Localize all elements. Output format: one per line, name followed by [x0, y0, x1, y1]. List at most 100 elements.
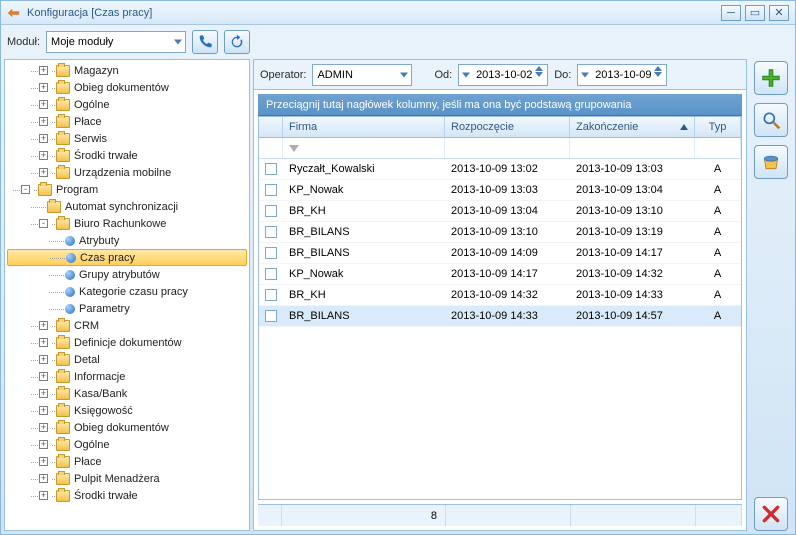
bin-button[interactable] — [754, 145, 788, 179]
tree-node[interactable]: ········Parametry — [7, 300, 247, 317]
row-checkbox[interactable] — [265, 226, 277, 238]
tree-node[interactable]: ····+··Definicje dokumentów — [7, 334, 247, 351]
expander-icon[interactable]: + — [39, 66, 48, 75]
tree-node[interactable]: ········Atrybuty — [7, 232, 247, 249]
delete-button[interactable] — [754, 497, 788, 531]
expander-icon[interactable]: + — [39, 423, 48, 432]
filter-icon[interactable] — [289, 145, 299, 152]
row-checkbox[interactable] — [265, 205, 277, 217]
tree-node[interactable]: ····+··Pulpit Menadżera — [7, 470, 247, 487]
row-checkbox[interactable] — [265, 184, 277, 196]
expander-icon[interactable]: + — [39, 406, 48, 415]
expander-icon[interactable]: + — [39, 338, 48, 347]
expander-icon[interactable]: - — [21, 185, 30, 194]
tree-node[interactable]: ····+··Płace — [7, 113, 247, 130]
tree-node[interactable]: ····+··Środki trwałe — [7, 487, 247, 504]
expander-icon[interactable]: + — [39, 100, 48, 109]
od-date-input[interactable]: 2013-10-02 — [458, 64, 548, 86]
tree-label: Serwis — [74, 133, 107, 145]
tree-node[interactable]: ········Grupy atrybutów — [7, 266, 247, 283]
expander-icon[interactable]: + — [39, 134, 48, 143]
tree-node[interactable]: ····-··Biuro Rachunkowe — [7, 215, 247, 232]
row-checkbox[interactable] — [265, 247, 277, 259]
add-button[interactable] — [754, 61, 788, 95]
table-row[interactable]: KP_Nowak2013-10-09 13:032013-10-09 13:04… — [259, 180, 741, 201]
tree-label: Księgowość — [74, 405, 133, 417]
tree-node[interactable]: ····+··Ogólne — [7, 96, 247, 113]
cell-rozpoczecie: 2013-10-09 13:03 — [445, 184, 570, 196]
row-checkbox[interactable] — [265, 289, 277, 301]
cell-rozpoczecie: 2013-10-09 14:32 — [445, 289, 570, 301]
table-row[interactable]: BR_BILANS2013-10-09 14:332013-10-09 14:5… — [259, 306, 741, 327]
titlebar: Konfiguracja [Czas pracy] ─ ▭ ✕ — [1, 1, 795, 25]
operator-combo[interactable]: ADMIN — [312, 64, 412, 86]
expander-icon[interactable]: + — [39, 474, 48, 483]
search-button[interactable] — [754, 103, 788, 137]
tree-node[interactable]: ········Automat synchronizacji — [7, 198, 247, 215]
tree-label: Kasa/Bank — [74, 388, 127, 400]
expander-icon[interactable]: + — [39, 117, 48, 126]
tree[interactable]: ····+··Magazyn····+··Obieg dokumentów···… — [5, 60, 249, 530]
row-checkbox[interactable] — [265, 310, 277, 322]
sort-asc-icon — [680, 124, 688, 130]
expander-icon[interactable]: + — [39, 457, 48, 466]
modul-combo[interactable]: Moje moduły — [46, 31, 186, 53]
expander-icon[interactable]: + — [39, 355, 48, 364]
ball-icon — [66, 253, 76, 263]
ball-icon — [65, 304, 75, 314]
close-button[interactable]: ✕ — [769, 5, 789, 21]
tree-node[interactable]: ····+··Kasa/Bank — [7, 385, 247, 402]
phone-button[interactable] — [192, 30, 218, 54]
grid-rows: Ryczałt_Kowalski2013-10-09 13:022013-10-… — [259, 159, 741, 499]
cell-firma: KP_Nowak — [283, 184, 445, 196]
table-row[interactable]: BR_KH2013-10-09 14:322013-10-09 14:33A — [259, 285, 741, 306]
minimize-button[interactable]: ─ — [721, 5, 741, 21]
expander-icon[interactable]: + — [39, 321, 48, 330]
expander-icon[interactable]: + — [39, 440, 48, 449]
expander-icon[interactable]: + — [39, 83, 48, 92]
col-rozpoczecie[interactable]: Rozpoczęcie — [445, 117, 570, 137]
maximize-button[interactable]: ▭ — [745, 5, 765, 21]
col-typ[interactable]: Typ — [695, 117, 741, 137]
folder-icon — [56, 320, 70, 332]
tree-node[interactable]: ····+··Detal — [7, 351, 247, 368]
expander-icon[interactable]: + — [39, 372, 48, 381]
tree-panel: ····+··Magazyn····+··Obieg dokumentów···… — [4, 59, 250, 531]
table-row[interactable]: BR_BILANS2013-10-09 14:092013-10-09 14:1… — [259, 243, 741, 264]
cell-firma: BR_BILANS — [283, 247, 445, 259]
tree-node[interactable]: ····+··Płace — [7, 453, 247, 470]
col-check[interactable] — [259, 117, 283, 137]
table-row[interactable]: BR_BILANS2013-10-09 13:102013-10-09 13:1… — [259, 222, 741, 243]
tree-node[interactable]: ····+··Księgowość — [7, 402, 247, 419]
tree-node[interactable]: ····+··CRM — [7, 317, 247, 334]
tree-node[interactable]: ····+··Środki trwałe — [7, 147, 247, 164]
tree-node[interactable]: ····+··Obieg dokumentów — [7, 419, 247, 436]
tree-node[interactable]: ····+··Obieg dokumentów — [7, 79, 247, 96]
expander-icon[interactable]: + — [39, 168, 48, 177]
group-hint: Przeciągnij tutaj nagłówek kolumny, jeśl… — [266, 99, 631, 111]
do-date-input[interactable]: 2013-10-09 — [577, 64, 667, 86]
tree-node[interactable]: ········Kategorie czasu pracy — [7, 283, 247, 300]
col-firma[interactable]: Firma — [283, 117, 445, 137]
row-checkbox[interactable] — [265, 163, 277, 175]
refresh-button[interactable] — [224, 30, 250, 54]
cell-zakonczenie: 2013-10-09 13:03 — [570, 163, 695, 175]
tree-node[interactable]: ····-··Program — [7, 181, 247, 198]
tree-node[interactable]: ····+··Ogólne — [7, 436, 247, 453]
tree-node[interactable]: ········Czas pracy — [7, 249, 247, 266]
expander-icon[interactable]: + — [39, 491, 48, 500]
table-row[interactable]: KP_Nowak2013-10-09 14:172013-10-09 14:32… — [259, 264, 741, 285]
row-checkbox[interactable] — [265, 268, 277, 280]
table-row[interactable]: Ryczałt_Kowalski2013-10-09 13:022013-10-… — [259, 159, 741, 180]
expander-icon[interactable]: + — [39, 389, 48, 398]
tree-node[interactable]: ····+··Magazyn — [7, 62, 247, 79]
expander-icon[interactable]: - — [39, 219, 48, 228]
expander-icon[interactable]: + — [39, 151, 48, 160]
cell-zakonczenie: 2013-10-09 13:10 — [570, 205, 695, 217]
group-by-bar[interactable]: Przeciągnij tutaj nagłówek kolumny, jeśl… — [258, 94, 742, 116]
table-row[interactable]: BR_KH2013-10-09 13:042013-10-09 13:10A — [259, 201, 741, 222]
tree-node[interactable]: ····+··Serwis — [7, 130, 247, 147]
col-zakonczenie[interactable]: Zakończenie — [570, 117, 695, 137]
tree-node[interactable]: ····+··Urządzenia mobilne — [7, 164, 247, 181]
tree-node[interactable]: ····+··Informacje — [7, 368, 247, 385]
